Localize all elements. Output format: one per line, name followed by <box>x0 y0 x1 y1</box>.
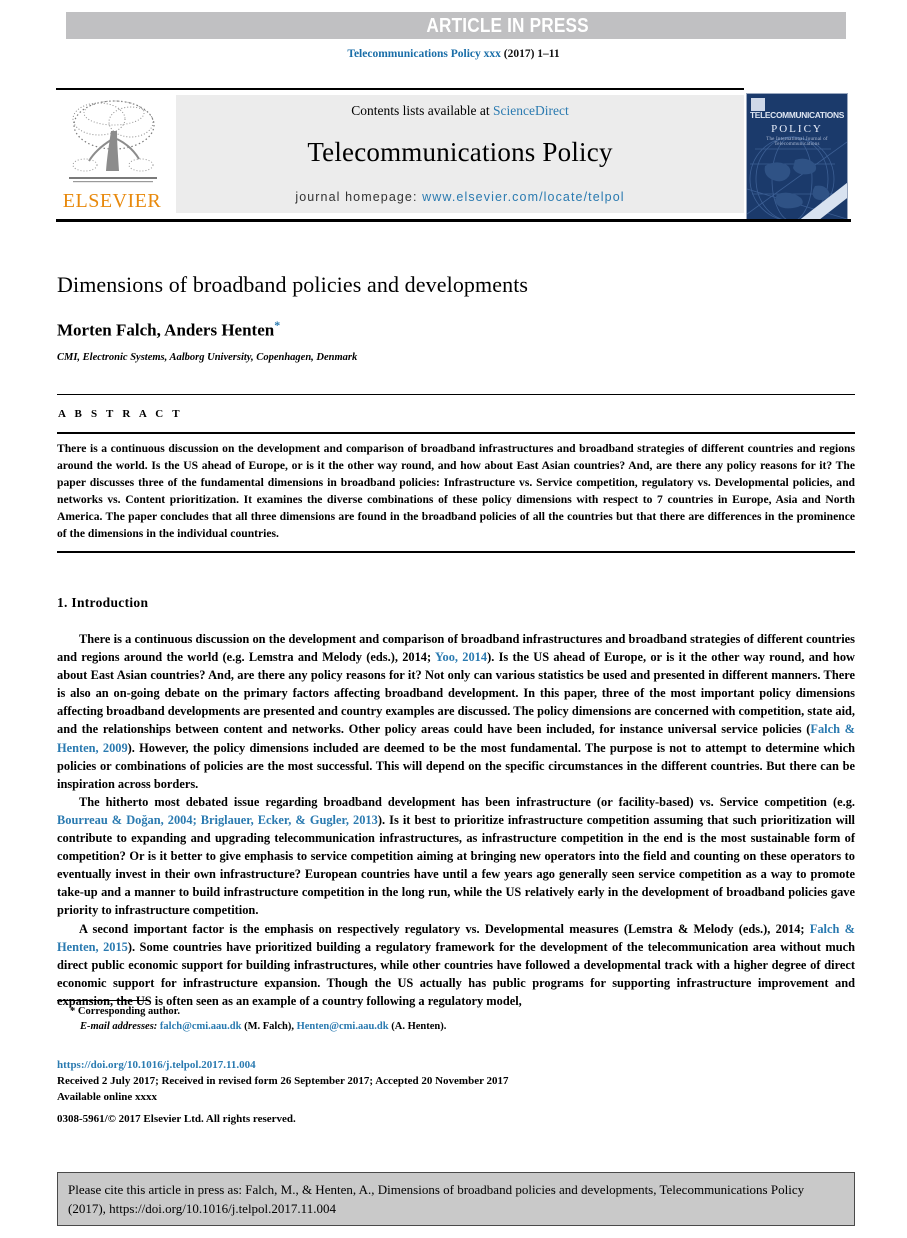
article-title: Dimensions of broadband policies and dev… <box>57 272 529 297</box>
journal-masthead: ELSEVIER Contents lists available at Sci… <box>56 88 851 222</box>
article-in-press-banner: ARTICLE IN PRESS <box>66 12 846 39</box>
journal-homepage-line: journal homepage: www.elsevier.com/locat… <box>176 190 744 204</box>
article-in-press-label: ARTICLE IN PRESS <box>426 15 589 37</box>
footnote-emails: E-mail addresses: falch@cmi.aau.dk (M. F… <box>80 1021 446 1032</box>
body-text: A second important factor is the emphasi… <box>79 921 810 936</box>
masthead-bottom-rule <box>56 219 851 222</box>
journal-reference-line: Telecommunications Policy xxx (2017) 1–1… <box>0 48 907 60</box>
citation-link[interactable]: Bourreau & Doğan, 2004; Briglauer, Ecker… <box>57 813 378 827</box>
body-paragraph: There is a continuous discussion on the … <box>57 630 855 793</box>
doi-link[interactable]: https://doi.org/10.1016/j.telpol.2017.11… <box>57 1059 256 1071</box>
available-online: Available online xxxx <box>57 1091 158 1103</box>
elsevier-wordmark: ELSEVIER <box>62 190 162 212</box>
cover-title: TELECOMMUNICATIONS <box>749 111 845 120</box>
journal-homepage-label: journal homepage: <box>295 190 423 204</box>
cover-tagline: The International Journal of Telecommuni… <box>766 137 828 147</box>
journal-cover-thumbnail: TELECOMMUNICATIONS POLICY The Internatio… <box>746 93 848 220</box>
body-text: ). However, the policy dimensions includ… <box>57 740 855 791</box>
author-affiliation: CMI, Electronic Systems, Aalborg Univers… <box>57 352 358 363</box>
introduction-body: There is a continuous discussion on the … <box>57 630 855 1010</box>
email-addresses-label: E-mail addresses: <box>80 1021 158 1032</box>
elsevier-logo: ELSEVIER <box>59 95 165 213</box>
contents-prefix: Contents lists available at <box>351 103 493 118</box>
masthead-top-rule <box>56 88 744 90</box>
journal-title: Telecommunications Policy <box>307 137 613 167</box>
citation-link[interactable]: Yoo, 2014 <box>435 650 487 664</box>
body-paragraph: A second important factor is the emphasi… <box>57 920 855 1010</box>
abstract-label: A B S T R A C T <box>58 408 183 420</box>
body-paragraph: The hitherto most debated issue regardin… <box>57 793 855 920</box>
cover-publisher-badge <box>751 98 765 111</box>
body-text: ). Is it best to prioritize infrastructu… <box>57 812 855 918</box>
abstract-text: There is a continuous discussion on the … <box>57 442 855 540</box>
body-text: The hitherto most debated issue regardin… <box>79 794 855 809</box>
footnote-rule <box>57 1000 149 1001</box>
abstract-mid-rule <box>57 432 855 434</box>
article-authors: Morten Falch, Anders Henten* <box>57 318 280 341</box>
footnote-corresponding-author: * Corresponding author. <box>70 1006 180 1017</box>
sciencedirect-link[interactable]: ScienceDirect <box>493 103 569 118</box>
article-history: Received 2 July 2017; Received in revise… <box>57 1075 509 1087</box>
abstract-top-rule <box>57 394 855 395</box>
journal-reference-name: Telecommunications Policy xxx <box>347 48 501 60</box>
please-cite-box: Please cite this article in press as: Fa… <box>57 1172 855 1226</box>
journal-homepage-url[interactable]: www.elsevier.com/locate/telpol <box>422 190 625 204</box>
contents-available-line: Contents lists available at ScienceDirec… <box>176 103 744 119</box>
body-text: ). Some countries have prioritized build… <box>57 939 855 1008</box>
masthead-contents-box: Contents lists available at ScienceDirec… <box>176 95 744 213</box>
cover-subtitle: POLICY <box>771 123 823 135</box>
corresponding-author-marker: * <box>274 318 281 332</box>
email-link-falch[interactable]: falch@cmi.aau.dk <box>160 1021 242 1032</box>
email-owner-falch: (M. Falch), <box>244 1021 294 1032</box>
author-names: Morten Falch, Anders Henten <box>57 320 275 340</box>
email-link-henten[interactable]: Henten@cmi.aau.dk <box>297 1021 389 1032</box>
elsevier-tree-icon <box>69 100 157 183</box>
section-heading-introduction: 1. Introduction <box>57 595 149 610</box>
issn-copyright: 0308-5961/© 2017 Elsevier Ltd. All right… <box>57 1113 296 1125</box>
abstract-bottom-rule <box>57 551 855 553</box>
journal-reference-volume: (2017) 1–11 <box>503 48 560 60</box>
email-owner-henten: (A. Henten). <box>391 1021 447 1032</box>
please-cite-text: Please cite this article in press as: Fa… <box>68 1182 805 1216</box>
